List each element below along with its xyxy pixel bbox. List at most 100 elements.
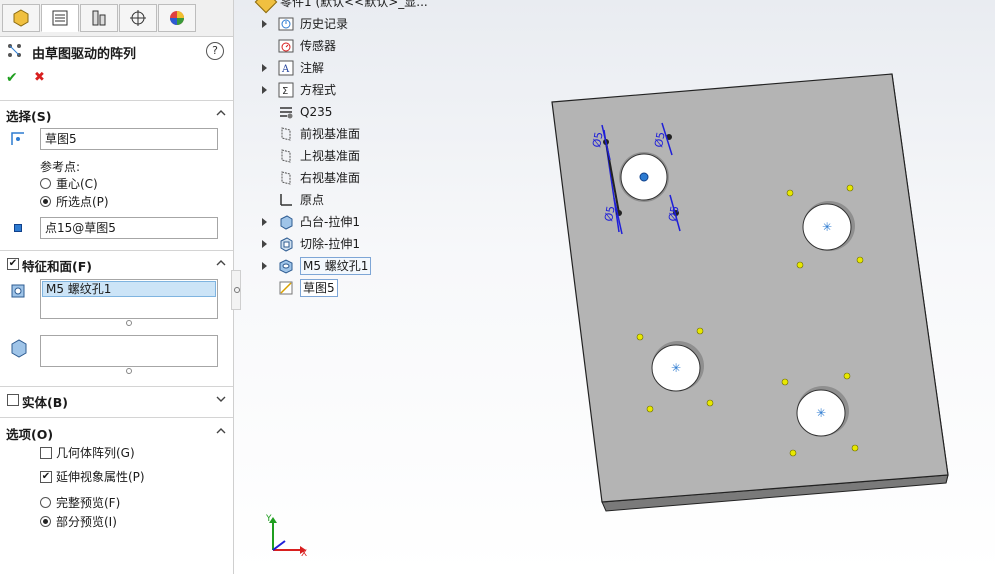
cancel-button[interactable]: ✖ — [34, 70, 45, 85]
bodies-section-header[interactable]: 实体(B) — [6, 392, 228, 412]
tree-item[interactable]: 草图5 — [262, 278, 452, 298]
tab-configurationmanager[interactable] — [80, 4, 118, 32]
expand-arrow-icon[interactable] — [262, 218, 267, 226]
section-label: 选择(S) — [6, 109, 52, 124]
plane-icon — [278, 126, 294, 142]
tree-root[interactable]: 零件1 (默认<<默认>_显... — [254, 0, 458, 14]
radio-centroid-label[interactable]: 重心(C) — [56, 175, 98, 192]
tree-item-label: 凸台-拉伸1 — [300, 215, 360, 229]
radio-selected-point[interactable] — [40, 196, 51, 207]
faces-list[interactable] — [40, 335, 218, 367]
tree-item-label: 切除-拉伸1 — [300, 237, 360, 251]
configurationmanager-icon — [92, 10, 106, 26]
radio-partial-preview-label[interactable]: 部分预览(I) — [56, 513, 117, 530]
panel-splitter[interactable] — [231, 270, 241, 310]
dimension-label[interactable]: Ø5 — [590, 131, 606, 149]
tab-dimxpert[interactable] — [119, 4, 157, 32]
radio-full-preview-label[interactable]: 完整预览(F) — [56, 494, 120, 511]
tree-item[interactable]: Q235 — [262, 102, 452, 122]
pattern-instance[interactable]: ✳ — [802, 201, 855, 251]
tree-item-label: 注解 — [300, 61, 325, 75]
svg-text:A: A — [281, 64, 290, 75]
svg-text:✳: ✳ — [816, 406, 826, 420]
features-to-pattern-icon — [11, 284, 25, 298]
sketch-icon — [278, 280, 294, 296]
help-button[interactable]: ? — [206, 42, 224, 60]
tree-item-label: M5 螺纹孔1 — [300, 257, 372, 275]
bodies-checkbox[interactable] — [7, 394, 19, 406]
dimension-label[interactable]: Ø5 — [652, 131, 668, 149]
chevron-up-icon[interactable] — [216, 258, 226, 268]
resize-grip[interactable] — [126, 320, 132, 326]
plate-top-face[interactable] — [551, 73, 949, 503]
propertymanager-icon — [52, 10, 68, 26]
sketch-input[interactable]: 草图5 — [40, 128, 218, 150]
original-hole[interactable] — [619, 152, 669, 202]
tree-item[interactable]: 切除-拉伸1 — [262, 234, 452, 254]
dimension-label[interactable]: Ø5 — [602, 205, 618, 223]
radio-full-preview[interactable] — [40, 497, 51, 508]
expand-arrow-icon[interactable] — [262, 64, 267, 72]
tree-item-label: 右视基准面 — [300, 171, 361, 185]
divider — [0, 386, 233, 387]
selection-section-header[interactable]: 选择(S) — [6, 106, 228, 126]
tab-display-manager[interactable] — [158, 4, 196, 32]
chevron-down-icon[interactable] — [216, 394, 226, 404]
expand-arrow-icon[interactable] — [262, 20, 267, 28]
manager-tabs — [0, 0, 233, 37]
radio-partial-preview[interactable] — [40, 516, 51, 527]
tree-item[interactable]: M5 螺纹孔1 — [262, 256, 452, 276]
pattern-instance[interactable]: ✳ — [796, 386, 849, 437]
tree-item[interactable]: Σ 方程式 — [262, 80, 452, 100]
tree-item[interactable]: A 注解 — [262, 58, 452, 78]
tree-item[interactable]: 前视基准面 — [262, 124, 452, 144]
propagate-visual-label[interactable]: 延伸视象属性(P) — [56, 468, 145, 485]
annotation-icon: A — [278, 60, 294, 76]
divider — [0, 100, 233, 101]
tree-item[interactable]: 原点 — [262, 190, 452, 210]
tree-item[interactable]: 传感器 — [262, 36, 452, 56]
history-icon — [278, 16, 294, 32]
geometry-pattern-label[interactable]: 几何体阵列(G) — [56, 444, 135, 461]
triad-x-label: X — [301, 549, 307, 559]
tree-item-label: 上视基准面 — [300, 149, 361, 163]
expand-arrow-icon[interactable] — [262, 240, 267, 248]
ok-button[interactable]: ✔ — [6, 70, 18, 86]
property-manager: 由草图驱动的阵列 ? ✔ ✖ 选择(S) 草图5 参考点: 重心(C) 所选点(… — [0, 0, 234, 574]
svg-text:Σ: Σ — [282, 86, 288, 97]
tree-item[interactable]: 右视基准面 — [262, 168, 452, 188]
radio-centroid[interactable] — [40, 178, 51, 189]
sketch-point-reference[interactable] — [639, 172, 649, 182]
svg-text:✳: ✳ — [671, 361, 681, 375]
pattern-instance[interactable]: ✳ — [651, 341, 704, 392]
dimension-label[interactable]: Ø5 — [666, 205, 682, 223]
section-label: 选项(O) — [6, 427, 54, 442]
tab-featuremanager[interactable] — [2, 4, 40, 32]
chevron-up-icon[interactable] — [216, 426, 226, 436]
features-list-item[interactable]: M5 螺纹孔1 — [42, 281, 216, 297]
sketch-driven-pattern-icon — [8, 44, 21, 57]
faces-to-pattern-icon — [11, 339, 27, 358]
view-triad[interactable]: X Y — [265, 514, 307, 559]
features-list[interactable]: M5 螺纹孔1 — [40, 279, 218, 319]
tree-item-label: 前视基准面 — [300, 127, 361, 141]
tab-propertymanager[interactable] — [41, 4, 79, 32]
features-section-header[interactable]: ✔ 特征和面(F) — [6, 256, 228, 276]
expand-arrow-icon[interactable] — [262, 262, 267, 270]
triad-y-label: Y — [265, 514, 272, 524]
tree-item[interactable]: 上视基准面 — [262, 146, 452, 166]
expand-arrow-icon[interactable] — [262, 86, 267, 94]
propagate-visual-checkbox[interactable]: ✔ — [40, 471, 52, 483]
chevron-up-icon[interactable] — [216, 108, 226, 118]
tree-item[interactable]: 凸台-拉伸1 — [262, 212, 452, 232]
radio-selected-point-label[interactable]: 所选点(P) — [56, 193, 109, 210]
options-section-header[interactable]: 选项(O) — [6, 424, 228, 444]
tree-item-label: 草图5 — [300, 279, 338, 297]
features-checkbox[interactable]: ✔ — [7, 258, 19, 270]
point-icon — [14, 224, 22, 232]
reference-point-input[interactable]: 点15@草图5 — [40, 217, 218, 239]
tree-item[interactable]: 历史记录 — [262, 14, 452, 34]
resize-grip[interactable] — [126, 368, 132, 374]
part-icon — [254, 0, 278, 14]
geometry-pattern-checkbox[interactable] — [40, 447, 52, 459]
